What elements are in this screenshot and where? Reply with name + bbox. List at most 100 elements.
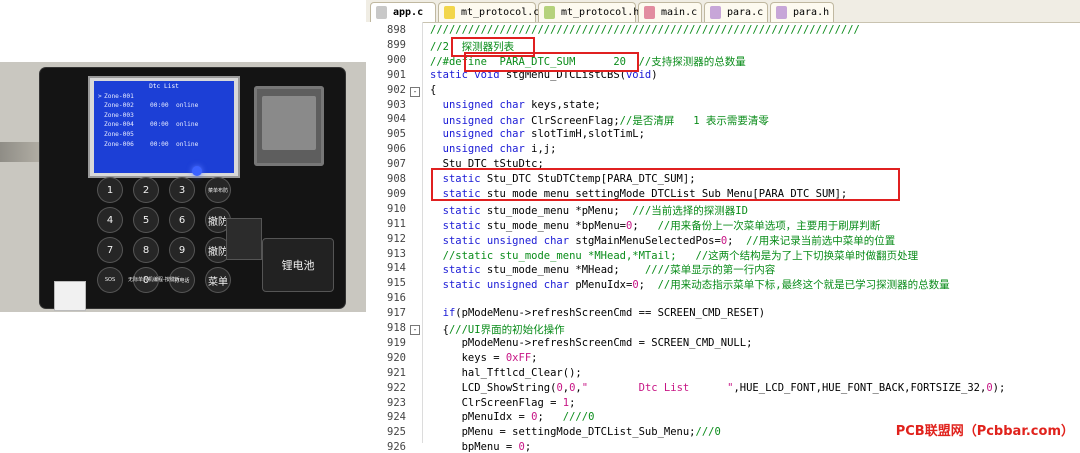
code-token: stu_mode_menu *pMenu; [486, 204, 633, 217]
keypad-key: 5 [134, 208, 158, 232]
code-line: static stu_mode_menu *MHead; ////菜单显示的第一… [430, 262, 776, 277]
keypad-key: 3 [170, 178, 194, 202]
highlight-box-define [464, 52, 639, 72]
lcd-status: online [176, 102, 199, 110]
keypad-key: 菜单布防 [206, 178, 230, 202]
line-number: 920 [387, 351, 406, 364]
keypad-key: 菜单 [206, 268, 230, 292]
tab-app-c[interactable]: app.c [370, 2, 436, 22]
code-token: ; [531, 351, 538, 364]
line-number: 907 [387, 158, 406, 171]
code-token: pMenu = settingMode_DTCList_Sub_Menu; [430, 426, 696, 439]
code-line: unsigned char i,j; [430, 143, 557, 156]
code-token: ; [569, 396, 576, 409]
line-number: 906 [387, 143, 406, 156]
file-icon [644, 6, 655, 19]
file-icon [776, 6, 787, 19]
code-token: unsigned char [430, 98, 532, 111]
line-number: 905 [387, 128, 406, 141]
code-token: keys = [430, 351, 506, 364]
tab-label: mt_protocol.h [561, 7, 640, 18]
tab-mt_protocol-h[interactable]: mt_protocol.h [538, 2, 640, 22]
code-line: ClrScreenFlag = 1; [430, 396, 576, 409]
tab-label: para.c [727, 7, 764, 18]
line-number: 913 [387, 247, 406, 260]
code-token: { [430, 83, 437, 96]
code-token: ////////////////////////////////////////… [430, 24, 860, 36]
keypad-key: 4 [98, 208, 122, 232]
code-line: keys = 0xFF; [430, 351, 538, 364]
file-icon [444, 6, 455, 19]
code-token: ///当前选择的探测器ID [632, 204, 748, 217]
code-token: keys,state; [531, 98, 601, 111]
tab-main-c[interactable]: main.c [638, 2, 702, 22]
fold-toggle[interactable]: - [410, 325, 420, 335]
keypad-key: 6 [170, 208, 194, 232]
code-line: { [430, 84, 436, 96]
lcd-time: 00:00 [150, 102, 169, 110]
code-token: ; [727, 234, 747, 247]
code-token: if [430, 307, 456, 320]
line-number: 922 [387, 381, 406, 394]
tab-bar: app.c mt_protocol.c mt_protocol.h main.c par… [366, 0, 1080, 23]
line-number: 917 [387, 307, 406, 320]
power-module [226, 218, 262, 260]
lcd-screen: Dtc List > Zone-001 Zone-002 00:00 online Zon… [94, 81, 234, 173]
lcd-row: Zone-002 00:00 online [94, 101, 234, 111]
lcd-title: Dtc List [149, 83, 179, 90]
lcd-row: Zone-005 [94, 130, 234, 140]
code-token: //是否清屏 1 表示需要清零 [619, 115, 769, 128]
line-number: 924 [387, 411, 406, 424]
line-number: 899 [387, 38, 406, 51]
code-token: //用来备份上一次菜单选项，主要用于刷屏判断 [657, 219, 881, 232]
code-token: ; [537, 411, 563, 424]
lcd-zone: Zone-005 [104, 130, 134, 138]
keypad: 1 2 3 菜单布防 4 5 6 撤防 7 8 9 撤防 SOS 0 打电话 菜单 [90, 176, 240, 304]
lcd-time [150, 92, 176, 102]
lcd-status: online [176, 140, 199, 148]
lcd-zone: Zone-006 [104, 140, 134, 148]
line-number: 923 [387, 396, 406, 409]
code-token: static [430, 264, 487, 277]
code-token: ////0 [562, 411, 595, 424]
code-editor: app.c mt_protocol.c mt_protocol.h main.c par… [366, 0, 1080, 453]
highlight-box-static-arrays [431, 168, 900, 201]
lcd-status: online [176, 121, 199, 129]
code-line: {///UI界面的初始化操作 [430, 322, 565, 337]
keypad-key: 7 [98, 238, 122, 262]
line-number: 900 [387, 53, 406, 66]
code-token: static unsigned char [430, 279, 576, 292]
line-number: 903 [387, 98, 406, 111]
lcd-frame: Dtc List > Zone-001 Zone-002 00:00 online Zon… [88, 76, 240, 178]
code-token: hal_Tftlcd_Clear(); [430, 366, 582, 379]
code-line: pModeMenu->refreshScreenCmd = SCREEN_CMD… [430, 337, 753, 349]
lcd-row: Zone-003 [94, 111, 234, 121]
tab-label: mt_protocol.c [461, 7, 540, 18]
lcd-time: 00:00 [150, 121, 169, 129]
code-token: unsigned char [430, 115, 532, 128]
tab-para-h[interactable]: para.h [770, 2, 834, 22]
code-token: static [430, 219, 487, 232]
tab-label: app.c [393, 7, 424, 18]
fold-toggle[interactable]: - [410, 86, 420, 97]
line-number: 916 [387, 292, 406, 305]
code-token: pMenuIdx = [430, 411, 532, 424]
line-number: 914 [387, 262, 406, 275]
line-number: 912 [387, 232, 406, 245]
line-number: 918 [387, 322, 406, 334]
code-token: i,j; [531, 143, 557, 156]
keypad-key: SOS [98, 268, 122, 292]
lcd-row: Zone-004 00:00 online [94, 120, 234, 130]
code-token: stu_mode_menu *MHead; [486, 264, 645, 277]
code-token: ,HUE_LCD_FONT,HUE_FONT_BACK,FORTSIZE_32, [733, 381, 987, 394]
tab-para-c[interactable]: para.c [704, 2, 768, 22]
board-label: 无际单片机编程-按键板 [128, 277, 180, 283]
lcd-time [150, 111, 176, 121]
lcd-zone: Zone-001 [104, 92, 134, 100]
code-token: slotTimH,slotTimL; [531, 128, 645, 141]
tab-mt_protocol-c[interactable]: mt_protocol.c [438, 2, 540, 22]
lcd-zone: Zone-002 [104, 102, 134, 110]
keypad-key: 8 [134, 238, 158, 262]
line-gutter: 898 899 900 901 902-903 904 905 906 907 908 909 910… [366, 22, 423, 453]
code-line: unsigned char slotTimH,slotTimL; [430, 128, 645, 140]
